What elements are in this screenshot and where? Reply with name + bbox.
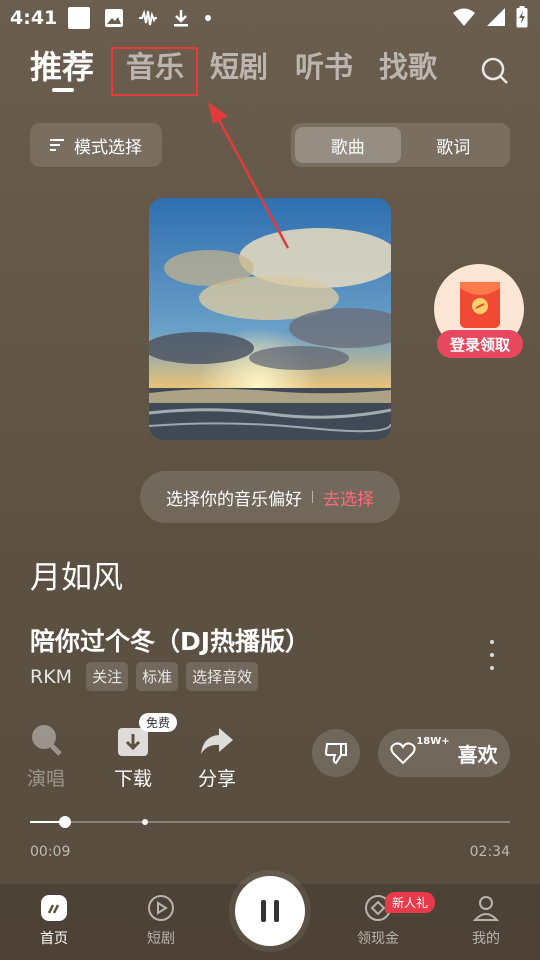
total-time: 02:34 (469, 844, 510, 860)
tab-active-indicator (52, 88, 74, 92)
share-label: 分享 (197, 768, 236, 790)
sing-label: 演唱 (26, 768, 65, 790)
artist-name[interactable]: RKM (30, 666, 72, 688)
elapsed-time: 00:09 (30, 844, 71, 860)
nav-drama-label: 短剧 (147, 931, 175, 947)
music-preference-bar[interactable]: 选择你的音乐偏好 去选择 (140, 471, 400, 523)
notification-square-icon (68, 7, 90, 29)
buffer-marker (142, 819, 149, 825)
progress-track[interactable] (30, 821, 510, 823)
user-icon (472, 896, 500, 921)
signal-icon (487, 8, 505, 26)
preference-text: 选择你的音乐偏好 (166, 489, 302, 510)
segment-lyrics[interactable]: 歌词 (401, 127, 507, 163)
nav-drama[interactable]: 短剧 (126, 894, 196, 948)
song-lyrics-toggle: 歌曲 歌词 (291, 123, 510, 167)
nav-mine[interactable]: 我的 (451, 894, 521, 948)
mode-select-label: 模式选择 (74, 137, 142, 158)
current-lyric: 月如风 (30, 560, 123, 596)
thumbs-down-icon (324, 743, 347, 765)
status-time: 4:41 (10, 7, 58, 29)
heart-icon (390, 742, 416, 765)
red-envelope-icon (460, 282, 500, 328)
sort-lines-icon (50, 139, 64, 151)
battery-icon (516, 6, 528, 28)
tab-find-song[interactable]: 找歌 (379, 44, 437, 86)
dot-icon (205, 15, 211, 21)
promo-label: 登录领取 (437, 330, 523, 358)
segment-song[interactable]: 歌曲 (295, 127, 401, 163)
follow-chip[interactable]: 关注 (86, 662, 129, 691)
nav-cash-label: 领现金 (357, 931, 399, 947)
pause-icon (261, 900, 279, 922)
like-button[interactable]: 18W+ 喜欢 (378, 729, 510, 777)
download-status-icon (174, 10, 188, 27)
sound-effect-chip[interactable]: 选择音效 (186, 662, 259, 691)
status-notification-icons (68, 7, 212, 29)
tab-drama[interactable]: 短剧 (210, 44, 268, 86)
progress-thumb[interactable] (59, 816, 72, 828)
search-icon[interactable] (480, 56, 510, 86)
gallery-icon (105, 9, 123, 27)
audio-wave-icon (139, 9, 157, 26)
download-label: 下载 (113, 768, 152, 790)
song-title: 陪你过个冬（DJ热播版） (30, 627, 311, 656)
quality-chip[interactable]: 标准 (136, 662, 179, 691)
nav-home[interactable]: 首页 (19, 894, 89, 948)
share-arrow-icon (201, 728, 233, 754)
wifi-icon (453, 8, 475, 26)
song-meta-row: RKM 关注 标准 选择音效 (30, 662, 259, 691)
nav-mine-label: 我的 (472, 931, 500, 947)
free-badge: 免费 (139, 713, 178, 732)
more-options-icon[interactable] (486, 640, 498, 670)
sing-button[interactable]: 演唱 (18, 720, 74, 791)
microphone-icon (32, 725, 62, 756)
like-count: 18W+ (416, 735, 450, 747)
tab-recommend[interactable]: 推荐 (30, 42, 94, 88)
share-button[interactable]: 分享 (189, 720, 245, 791)
nav-home-label: 首页 (40, 931, 68, 947)
newcomer-badge: 新人礼 (385, 892, 436, 913)
annotation-arrow-icon (208, 102, 290, 249)
pause-button[interactable] (235, 876, 305, 946)
divider (312, 491, 313, 503)
tab-audiobook[interactable]: 听书 (295, 44, 353, 86)
dislike-button[interactable] (312, 729, 360, 777)
mode-select-button[interactable]: 模式选择 (30, 123, 162, 167)
home-icon (41, 895, 67, 921)
login-reward-promo[interactable]: 登录领取 (434, 264, 526, 360)
like-label: 喜欢 (457, 742, 498, 767)
annotation-highlight-box (111, 47, 198, 96)
preference-go-link[interactable]: 去选择 (323, 485, 374, 510)
status-system-icons (452, 6, 528, 28)
play-circle-icon (148, 895, 174, 921)
